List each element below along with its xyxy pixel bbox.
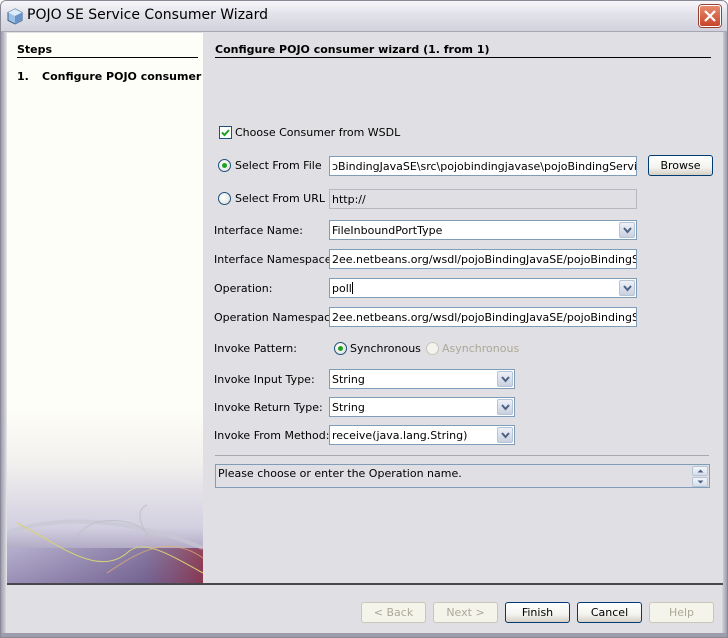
help-button[interactable]: Help [649,602,714,623]
window-frame-bottom [1,633,727,637]
operation-namespace-field[interactable]: 2ee.netbeans.org/wsdl/pojoBindingJavaSE/… [329,307,637,327]
steps-heading: Steps [17,43,53,56]
steps-panel: Steps 1. Configure POJO consumer [7,33,203,583]
content-panel: Configure POJO consumer wizard (1. from … [203,33,723,583]
chevron-down-icon[interactable] [619,280,635,296]
operation-combo[interactable]: poll [329,278,637,298]
arrow-down-icon [697,480,704,484]
step-number: 1. [17,70,29,83]
operation-text: poll [332,282,352,295]
choose-wsdl-checkbox[interactable] [219,126,232,139]
select-from-url-radio[interactable] [218,192,231,205]
chevron-down-icon[interactable] [497,371,513,387]
select-from-url-label[interactable]: Select From URL [235,192,325,205]
invoke-input-type-combo[interactable]: String [329,369,515,389]
button-bar-divider [7,583,723,585]
invoke-pattern-label: Invoke Pattern: [214,342,297,355]
operation-label: Operation: [214,282,273,295]
wsdl-file-path-field[interactable]: ɔBindingJavaSE\src\pojobindingjavase\poj… [329,156,637,176]
scroll-down-button[interactable] [692,477,708,487]
operation-namespace-label: Operation Namespace: [214,311,341,324]
step-label-configure: Configure POJO consumer [42,70,202,83]
wizard-window: POJO SE Service Consumer Wizard Steps 1.… [0,0,728,638]
synchronous-label[interactable]: Synchronous [350,342,421,355]
interface-name-value: FileInboundPortType [332,224,443,237]
interface-name-label: Interface Name: [214,224,303,237]
operation-value: poll [332,282,353,295]
cancel-button[interactable]: Cancel [577,602,642,623]
asynchronous-radio[interactable] [426,342,439,355]
invoke-return-type-label: Invoke Return Type: [214,401,323,414]
select-from-file-radio[interactable] [218,159,231,172]
message-area: Please choose or enter the Operation nam… [215,464,710,488]
next-button[interactable]: Next > [433,602,498,623]
interface-namespace-field[interactable]: 2ee.netbeans.org/wsdl/pojoBindingJavaSE/… [329,249,637,269]
title-bar[interactable]: POJO SE Service Consumer Wizard [1,1,727,32]
text-caret [351,282,353,294]
invoke-input-type-value: String [332,373,365,386]
steps-divider [17,57,198,58]
decorative-swirl-art [7,504,203,583]
content-title-divider [215,57,711,58]
interface-namespace-label: Interface Namespace: [214,253,336,266]
status-message: Please choose or enter the Operation nam… [218,467,462,480]
message-separator [215,455,709,456]
invoke-from-method-combo[interactable]: receive(java.lang.String) [329,425,515,445]
chevron-down-icon[interactable] [497,427,513,443]
close-icon [704,10,716,22]
arrow-up-icon [697,469,704,473]
back-button[interactable]: < Back [361,602,426,623]
browse-button[interactable]: Browse [648,155,713,176]
checkmark-icon [221,129,230,137]
select-from-file-label[interactable]: Select From File [235,159,322,172]
invoke-input-type-label: Invoke Input Type: [214,373,315,386]
window-title: POJO SE Service Consumer Wizard [27,7,269,23]
wsdl-url-field[interactable]: http:// [329,189,637,209]
chevron-down-icon[interactable] [497,399,513,415]
invoke-from-method-value: receive(java.lang.String) [332,429,468,442]
invoke-return-type-combo[interactable]: String [329,397,515,417]
content-title: Configure POJO consumer wizard (1. from … [215,43,490,56]
close-button[interactable] [699,5,721,27]
interface-name-combo[interactable]: FileInboundPortType [329,220,637,240]
invoke-return-type-value: String [332,401,365,414]
asynchronous-label[interactable]: Asynchronous [442,342,519,355]
window-frame-left [1,32,6,637]
netbeans-cube-icon [7,8,23,25]
synchronous-radio[interactable] [334,342,347,355]
chevron-down-icon[interactable] [619,222,635,238]
finish-button[interactable]: Finish [505,602,570,623]
choose-wsdl-label[interactable]: Choose Consumer from WSDL [235,126,400,139]
invoke-from-method-label: Invoke From Method: [214,429,330,442]
scroll-up-button[interactable] [692,466,708,476]
